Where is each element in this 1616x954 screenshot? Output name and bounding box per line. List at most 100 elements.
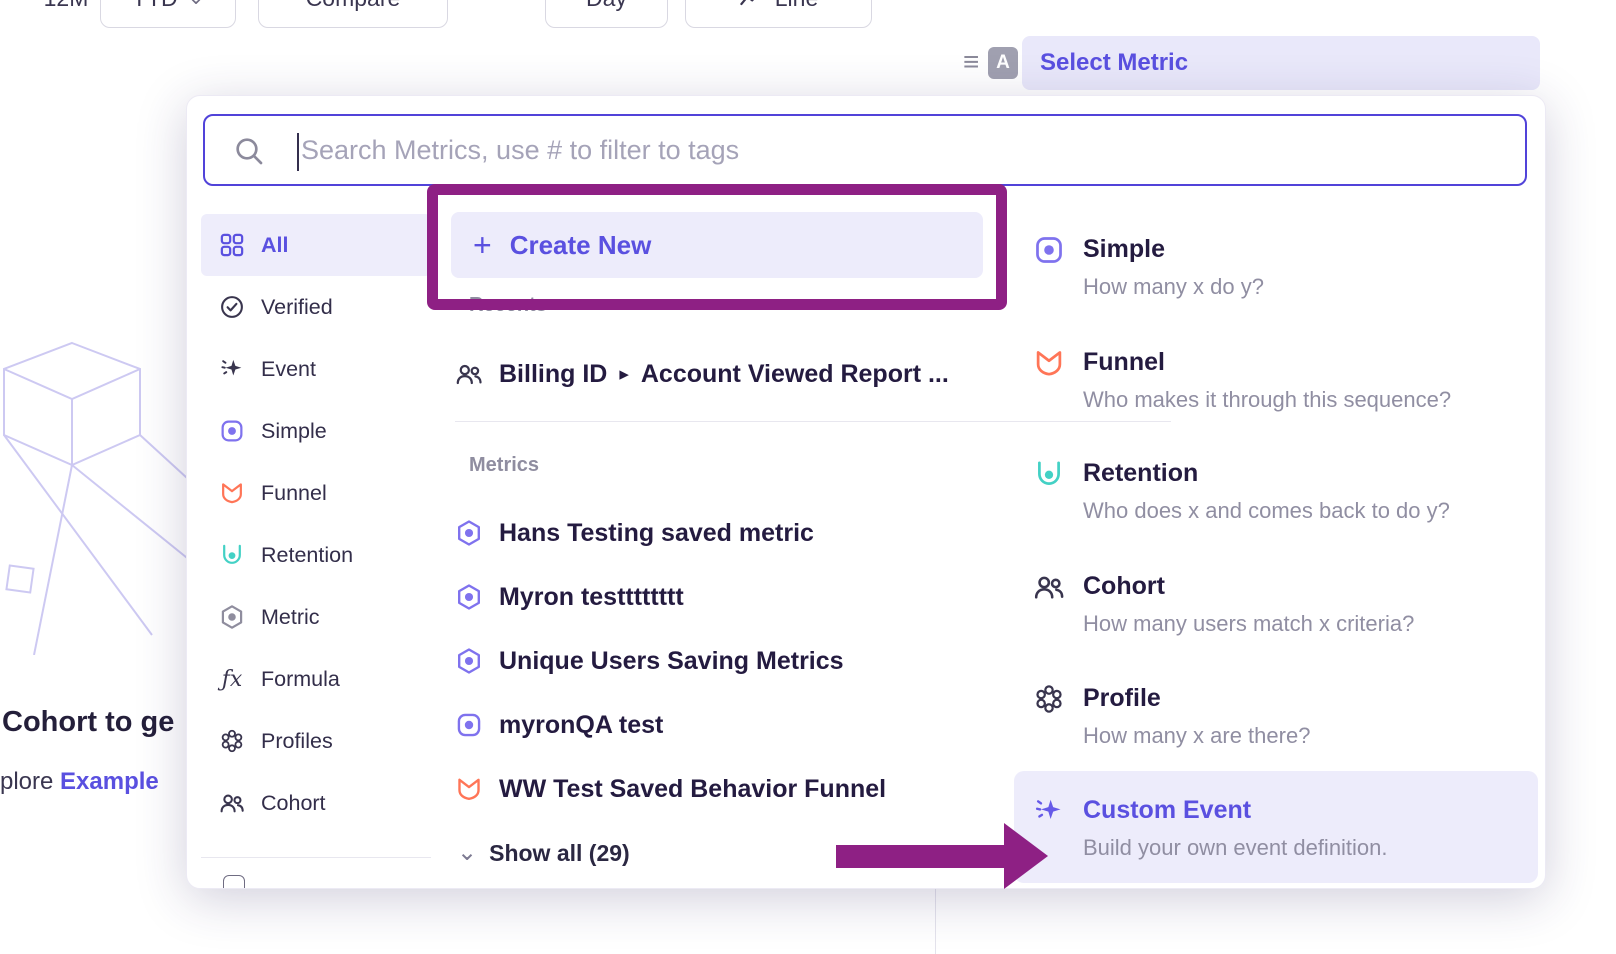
metric-hexagon-icon (455, 583, 483, 611)
search-input[interactable] (205, 116, 1525, 184)
drag-handle-icon[interactable]: ≡ (963, 48, 979, 76)
search-box[interactable] (203, 114, 1527, 186)
recent-item-secondary: Account Viewed Report ... (641, 360, 949, 389)
metric-type-description: How many users match x criteria? (1083, 611, 1538, 637)
metric-type-simple[interactable]: Simple How many x do y? (1014, 210, 1538, 314)
create-new-button[interactable]: + Create New (451, 212, 983, 278)
show-all-label: Show all (29) (489, 840, 630, 867)
metric-item-label: Unique Users Saving Metrics (499, 647, 844, 676)
sidebar-item-label: Simple (261, 419, 327, 444)
sidebar-item-label: Verified (261, 295, 333, 320)
sidebar-item-event[interactable]: Event (201, 338, 431, 400)
metric-type-title: Custom Event (1083, 795, 1538, 825)
sidebar-item-formula[interactable]: ƒx Formula (201, 648, 431, 710)
profiles-flower-icon (1033, 683, 1065, 715)
range-ytd-label: YTD (132, 0, 178, 12)
metric-hexagon-icon (455, 647, 483, 675)
sidebar-item-funnel[interactable]: Funnel (201, 462, 431, 524)
select-metric-label: Select Metric (1040, 49, 1188, 77)
chevron-down-icon: ⌄ (457, 846, 477, 860)
sidebar-item-verified[interactable]: Verified (201, 276, 431, 338)
metric-type-title: Simple (1083, 234, 1538, 264)
metric-type-description: Who makes it through this sequence? (1083, 387, 1538, 413)
metric-type-title: Retention (1083, 458, 1538, 488)
simple-metric-icon (455, 711, 483, 739)
annotation-arrow-head (1004, 823, 1048, 889)
sidebar-item-label: Cohort (261, 791, 326, 816)
metrics-header: Metrics (469, 454, 539, 477)
metric-picker-modal: All Verified Event Simple (186, 95, 1546, 889)
chart-type-line-label: Line (775, 0, 818, 12)
show-all-button[interactable]: ⌄ Show all (29) (457, 836, 630, 870)
metric-hexagon-icon (455, 519, 483, 547)
simple-metric-icon (219, 418, 245, 444)
sidebar-divider (201, 857, 431, 858)
metric-type-description: Who does x and comes back to do y? (1083, 498, 1538, 524)
metric-type-description: How many x do y? (1083, 274, 1538, 300)
annotation-arrow (836, 845, 1006, 868)
sidebar-item-retention[interactable]: Retention (201, 524, 431, 586)
partial-sidebar-icon (223, 875, 245, 889)
recents-header: Recents (469, 294, 547, 317)
funnel-icon (219, 480, 245, 506)
metric-type-title: Funnel (1083, 347, 1538, 377)
simple-metric-icon (1033, 234, 1065, 266)
query-row-badge: A (988, 47, 1018, 79)
recent-item-primary: Billing ID (499, 360, 607, 389)
metric-item-label: WW Test Saved Behavior Funnel (499, 775, 886, 804)
verified-icon (219, 294, 245, 320)
cohort-people-icon (1033, 571, 1065, 603)
plus-icon: + (473, 229, 492, 261)
sidebar-item-cohort[interactable]: Cohort (201, 772, 431, 834)
select-metric-button[interactable]: Select Metric (1022, 36, 1540, 90)
metric-type-custom-event[interactable]: Custom Event Build your own event defini… (1014, 771, 1538, 883)
empty-state-title: Cohort to ge (2, 706, 174, 739)
create-new-label: Create New (510, 230, 652, 261)
text-caret (297, 133, 299, 171)
sidebar-item-label: Retention (261, 543, 353, 568)
metric-type-description: How many x are there? (1083, 723, 1538, 749)
cohort-people-icon (219, 790, 245, 816)
metric-type-description: Build your own event definition. (1083, 835, 1538, 861)
sidebar-item-all[interactable]: All (201, 214, 431, 276)
profiles-flower-icon (219, 728, 245, 754)
sidebar-item-label: Funnel (261, 481, 327, 506)
formula-icon: ƒx (219, 667, 245, 692)
line-chart-icon (739, 0, 763, 10)
metric-type-profile[interactable]: Profile How many x are there? (1014, 659, 1538, 763)
sidebar-item-simple[interactable]: Simple (201, 400, 431, 462)
funnel-icon (1033, 347, 1065, 379)
sidebar-item-label: Formula (261, 667, 340, 692)
chart-type-line-button[interactable]: Line (685, 0, 872, 28)
metric-hexagon-icon (219, 604, 245, 630)
metric-item-label: Hans Testing saved metric (499, 519, 814, 548)
sidebar-item-profiles[interactable]: Profiles (201, 710, 431, 772)
example-link[interactable]: Example (60, 768, 159, 795)
filter-sidebar: All Verified Event Simple (201, 214, 431, 834)
panel-divider (935, 889, 936, 954)
funnel-icon (455, 775, 483, 803)
granularity-day-button[interactable]: Day (545, 0, 668, 28)
metric-item-label: Myron testttttttt (499, 583, 684, 612)
sidebar-item-metric[interactable]: Metric (201, 586, 431, 648)
metric-type-cohort[interactable]: Cohort How many users match x criteria? (1014, 547, 1538, 651)
grid-icon (219, 232, 245, 258)
sidebar-item-label: Event (261, 357, 316, 382)
event-sparkle-icon (219, 356, 245, 382)
range-ytd-button[interactable]: YTD ⌄ (100, 0, 236, 28)
metric-item-label: myronQA test (499, 711, 663, 740)
caret-right-icon: ▸ (619, 363, 629, 386)
metric-type-title: Cohort (1083, 571, 1538, 601)
compare-button[interactable]: Compare (258, 0, 448, 28)
sidebar-item-label: All (261, 233, 288, 258)
sidebar-item-label: Profiles (261, 729, 333, 754)
sidebar-item-label: Metric (261, 605, 320, 630)
metric-type-funnel[interactable]: Funnel Who makes it through this sequenc… (1014, 323, 1538, 427)
retention-icon (1033, 458, 1065, 490)
chevron-down-icon: ⌄ (188, 0, 205, 8)
range-12m-button[interactable]: 12M (30, 0, 102, 28)
cohort-people-icon (455, 360, 483, 388)
page: 12M YTD ⌄ Compare Day Line ≡ A Select Me… (0, 0, 1616, 954)
metric-type-retention[interactable]: Retention Who does x and comes back to d… (1014, 434, 1538, 538)
empty-state-subtitle-text: plore (0, 768, 60, 795)
